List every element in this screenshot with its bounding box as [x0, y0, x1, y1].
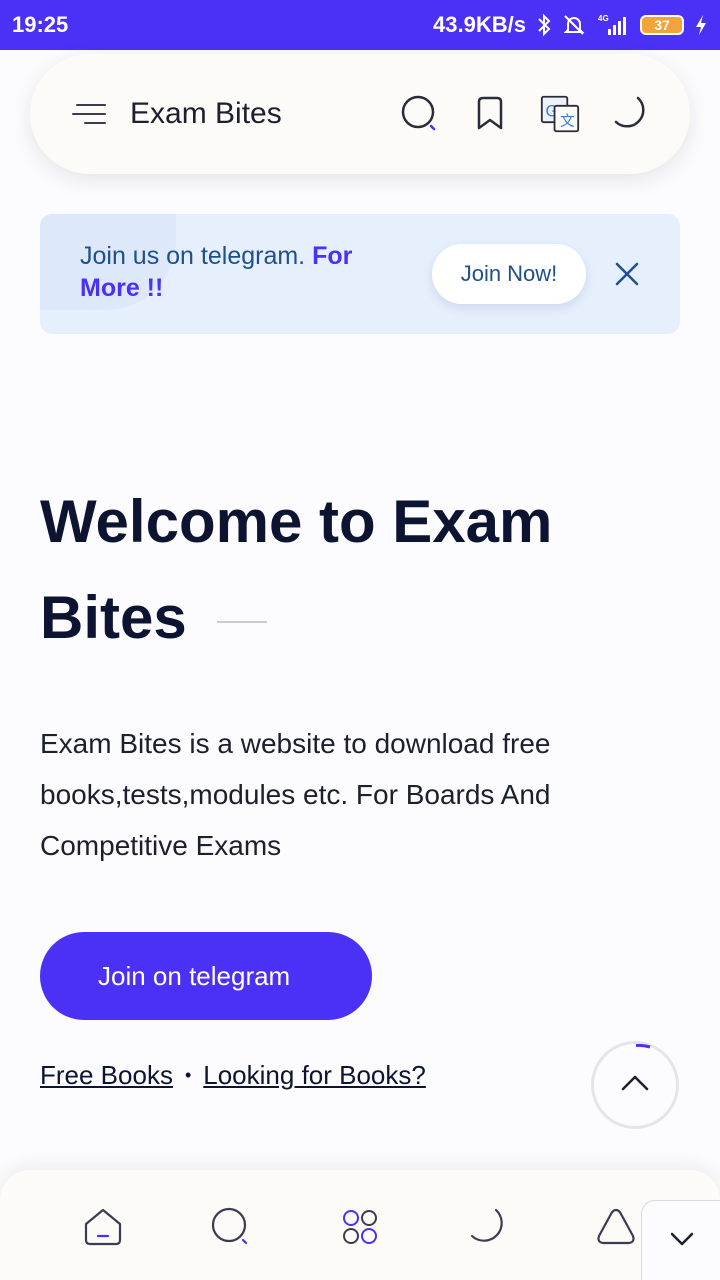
chevron-down-icon — [669, 1231, 695, 1252]
join-now-button[interactable]: Join Now! — [432, 244, 586, 304]
svg-text:文: 文 — [560, 113, 575, 130]
banner-text: Join us on telegram. — [80, 242, 306, 270]
menu-icon[interactable] — [72, 102, 106, 126]
banner-message: Join us on telegram. For More !! — [80, 240, 400, 304]
translate-icon[interactable]: G文 — [540, 94, 580, 134]
quick-links: Free Books • Looking for Books? — [40, 1060, 426, 1091]
site-header: Exam Bites G文 — [30, 54, 690, 174]
page-title: Welcome to Exam Bites — [40, 474, 680, 666]
link-separator: • — [184, 1065, 192, 1085]
bookmark-icon[interactable] — [470, 94, 510, 134]
page-title-text: Welcome to Exam Bites — [40, 488, 553, 651]
scroll-progress-ring — [635, 1044, 651, 1049]
status-indicators: 43.9KB/s 4G 37 — [433, 12, 708, 38]
charging-icon — [694, 14, 708, 36]
signal-icon: 4G — [596, 13, 630, 37]
network-type: 4G — [598, 14, 609, 23]
grid-icon[interactable] — [337, 1204, 383, 1250]
dark-mode-icon[interactable] — [610, 94, 650, 134]
bluetooth-icon — [536, 13, 552, 37]
telegram-banner: Join us on telegram. For More !! Join No… — [40, 214, 680, 334]
status-bar: 19:25 43.9KB/s 4G 37 — [0, 0, 720, 50]
scroll-to-top-button[interactable] — [591, 1041, 679, 1129]
battery-icon: 37 — [640, 15, 684, 35]
search-icon[interactable] — [400, 94, 440, 134]
join-telegram-button[interactable]: Join on telegram — [40, 932, 372, 1020]
status-time: 19:25 — [12, 12, 69, 37]
collapse-nav-button[interactable] — [641, 1200, 720, 1280]
title-dash — [216, 621, 267, 624]
page-description: Exam Bites is a website to download free… — [40, 728, 551, 861]
dark-mode-icon[interactable] — [464, 1204, 510, 1250]
site-title[interactable]: Exam Bites — [130, 97, 400, 131]
battery-level: 37 — [654, 17, 670, 33]
free-books-link[interactable]: Free Books — [40, 1060, 173, 1091]
close-icon[interactable] — [612, 259, 642, 289]
home-icon[interactable] — [80, 1204, 126, 1250]
search-icon[interactable] — [208, 1204, 254, 1250]
net-speed: 43.9KB/s — [433, 12, 526, 37]
top-icon[interactable] — [593, 1204, 639, 1250]
looking-for-books-link[interactable]: Looking for Books? — [203, 1060, 426, 1091]
mute-bell-icon — [562, 13, 586, 37]
bottom-nav — [0, 1170, 720, 1280]
